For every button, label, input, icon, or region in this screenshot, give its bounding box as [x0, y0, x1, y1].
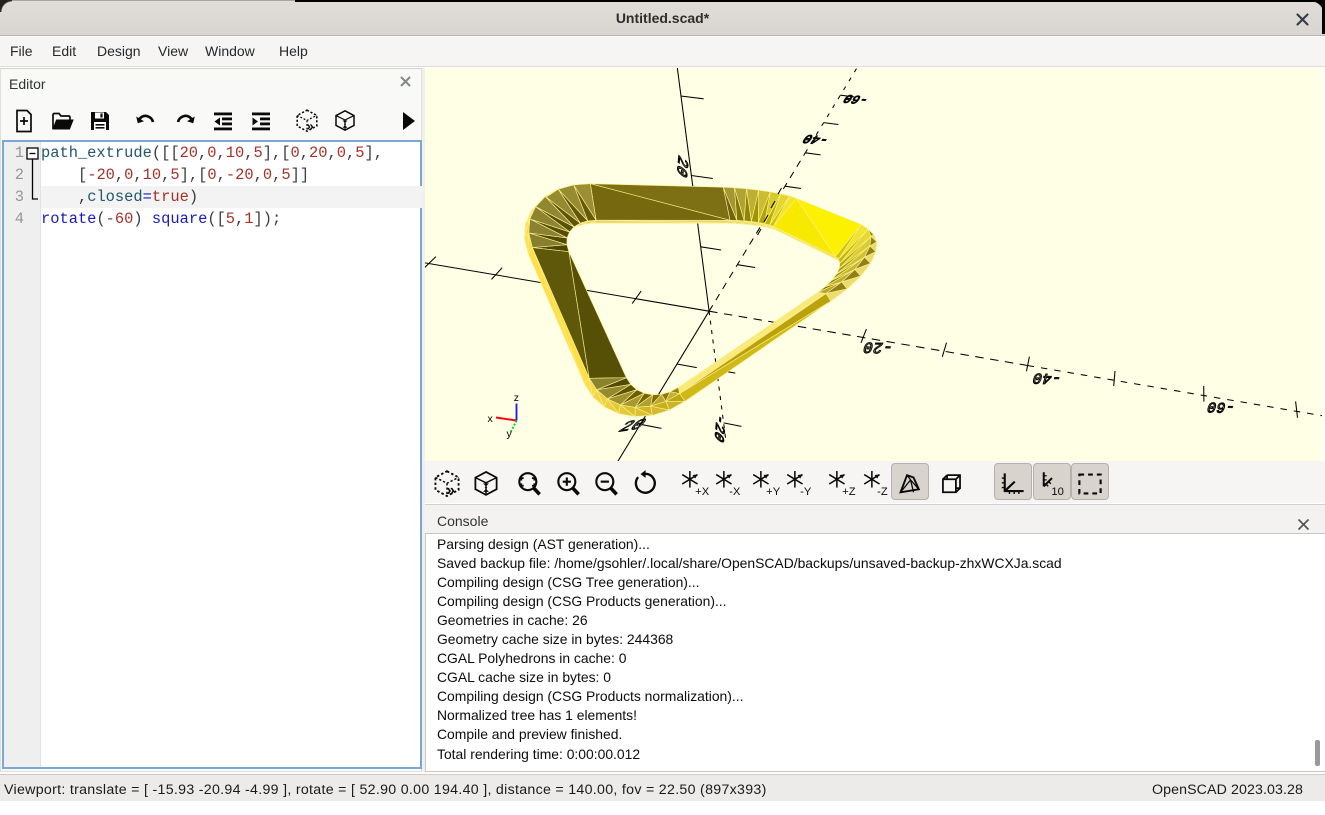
svg-text:20: 20 — [672, 151, 690, 181]
svg-text:-Y: -Y — [800, 486, 812, 498]
svg-text:-60: -60 — [840, 91, 872, 107]
svg-text:+Y: +Y — [766, 486, 780, 498]
svg-text:10: 10 — [1051, 486, 1063, 498]
svg-text:+Z: +Z — [842, 486, 856, 498]
svg-text:20: 20 — [613, 415, 651, 436]
svg-text:-X: -X — [729, 486, 741, 498]
svg-text:x: x — [488, 413, 494, 425]
svg-text:»: » — [307, 119, 314, 134]
svg-text:-20: -20 — [861, 338, 895, 356]
svg-text:z: z — [514, 392, 519, 404]
svg-text:-60: -60 — [1205, 398, 1237, 414]
svg-text:y: y — [507, 428, 513, 440]
svg-text:+X: +X — [695, 486, 709, 498]
svg-text:-40: -40 — [800, 131, 833, 147]
svg-text:-Z: -Z — [877, 486, 888, 498]
svg-text:»: » — [446, 482, 455, 499]
svg-text:-40: -40 — [1031, 369, 1064, 386]
svg-text:-20: -20 — [710, 410, 726, 446]
